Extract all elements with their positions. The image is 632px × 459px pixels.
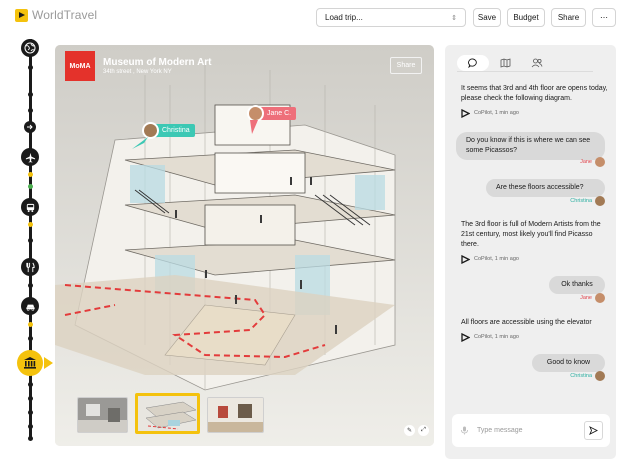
- user-message: Do you know if this is where we can see …: [456, 132, 605, 160]
- edit-icon[interactable]: ✎: [404, 425, 415, 436]
- microphone-icon[interactable]: [460, 426, 469, 435]
- ai-message: The 3rd floor is full of Modern Artists …: [461, 220, 611, 264]
- avatar: [595, 196, 605, 206]
- thumbnail-gallery-room[interactable]: [207, 397, 264, 433]
- pin-pointer-jane: [250, 120, 258, 134]
- send-button[interactable]: [584, 421, 603, 440]
- pin-christina[interactable]: Christina: [142, 122, 195, 139]
- venue-address: 34th street , New York NY: [103, 69, 172, 75]
- save-button[interactable]: Save: [473, 8, 501, 27]
- message-input[interactable]: [477, 427, 577, 434]
- pin-pointer-christina: [132, 137, 148, 149]
- app-logo[interactable]: WorldTravel: [15, 8, 97, 22]
- arrow-right-icon[interactable]: [24, 121, 36, 133]
- people-icon: [531, 58, 543, 68]
- image-share-button[interactable]: Share: [390, 57, 422, 74]
- chat-panel: It seems that 3rd and 4th floor are open…: [445, 45, 616, 459]
- message-composer: [452, 414, 610, 447]
- timeline-dot: [27, 92, 33, 97]
- avatar: [595, 157, 605, 167]
- user-message: Good to know: [532, 354, 605, 372]
- tab-map[interactable]: [489, 55, 521, 71]
- venue-logo: MoMA: [65, 51, 95, 81]
- map-icon: [500, 58, 510, 68]
- send-icon: [589, 426, 598, 435]
- timeline-dot: [27, 382, 33, 387]
- thumbnail-floor-diagram[interactable]: [135, 393, 200, 434]
- restaurant-icon[interactable]: [21, 258, 39, 276]
- copilot-icon: [461, 332, 470, 342]
- plane-icon[interactable]: [21, 148, 39, 166]
- timeline-dot: [27, 322, 33, 327]
- thumbnail-image: [78, 398, 127, 432]
- fullscreen-icon[interactable]: ⤢: [418, 425, 429, 436]
- tab-chat[interactable]: [457, 55, 489, 71]
- timeline-dot: [27, 396, 33, 401]
- message-text: It seems that 3rd and 4th floor are open…: [461, 85, 608, 102]
- timeline-dot: [27, 184, 33, 189]
- timeline-dot: [27, 238, 33, 243]
- venue-name: Museum of Modern Art: [103, 57, 212, 68]
- load-trip-select[interactable]: Load trip... ⇕: [316, 8, 466, 27]
- chat-icon: [468, 58, 477, 68]
- thumbnail-gallery-interior[interactable]: [77, 397, 128, 433]
- message-meta: CoPilot, 1 min ago: [461, 332, 611, 342]
- message-meta: Christina: [570, 196, 605, 206]
- timeline-dot: [27, 283, 33, 288]
- user-message: Are these floors accessible?: [486, 179, 605, 197]
- pin-label: Christina: [162, 127, 190, 134]
- more-button[interactable]: ⋯: [592, 8, 616, 27]
- timeline-dot: [27, 222, 33, 227]
- logo-icon: [15, 8, 28, 22]
- select-caret-icon: ⇕: [451, 14, 457, 22]
- timeline-dot: [27, 172, 33, 177]
- message-text: All floors are accessible using the elev…: [461, 319, 592, 326]
- timeline-dot: [27, 436, 33, 441]
- message-meta: CoPilot, 1 min ago: [461, 108, 611, 118]
- timeline-dot: [27, 336, 33, 341]
- app-name: WorldTravel: [32, 8, 98, 22]
- message-meta: Jane: [580, 293, 605, 303]
- message-text: The 3rd floor is full of Modern Artists …: [461, 221, 601, 248]
- thumbnail-image: [208, 398, 263, 432]
- message-author: Christina: [570, 373, 592, 379]
- thumbnail-image: [138, 396, 197, 431]
- copilot-icon: [461, 108, 470, 118]
- timeline-dot: [27, 410, 33, 415]
- venue-header: MoMA Museum of Modern Art 34th street , …: [65, 51, 212, 81]
- tab-people[interactable]: [521, 55, 553, 71]
- museum-floor-diagram: [55, 45, 434, 446]
- bus-icon[interactable]: [21, 198, 39, 216]
- message-meta: Jane: [580, 157, 605, 167]
- timeline-active-pointer: [44, 357, 53, 369]
- copilot-icon: [461, 254, 470, 264]
- message-meta: CoPilot, 1 min ago: [461, 254, 611, 264]
- message-meta: Christina: [570, 371, 605, 381]
- car-icon[interactable]: [21, 297, 39, 315]
- message-author: Christina: [570, 198, 592, 204]
- budget-button[interactable]: Budget: [507, 8, 545, 27]
- pin-label: Jane C.: [267, 110, 292, 117]
- timeline-dot: [27, 424, 33, 429]
- message-meta-text: CoPilot, 1 min ago: [474, 256, 519, 262]
- timeline-dot: [27, 108, 33, 113]
- load-trip-value: Load trip...: [325, 13, 363, 22]
- venue-image-panel[interactable]: MoMA Museum of Modern Art 34th street , …: [55, 45, 434, 446]
- message-author: Jane: [580, 295, 592, 301]
- avatar: [595, 371, 605, 381]
- message-meta-text: CoPilot, 1 min ago: [474, 110, 519, 116]
- user-message: Ok thanks: [549, 276, 605, 294]
- timeline-dot: [27, 65, 33, 70]
- chat-tabs: [457, 55, 593, 72]
- museum-icon[interactable]: [17, 350, 43, 376]
- ai-message: All floors are accessible using the elev…: [461, 318, 611, 342]
- message-author: Jane: [580, 159, 592, 165]
- avatar: [595, 293, 605, 303]
- ai-message: It seems that 3rd and 4th floor are open…: [461, 84, 611, 118]
- globe-icon[interactable]: [21, 39, 39, 57]
- share-button[interactable]: Share: [551, 8, 586, 27]
- message-meta-text: CoPilot, 1 min ago: [474, 334, 519, 340]
